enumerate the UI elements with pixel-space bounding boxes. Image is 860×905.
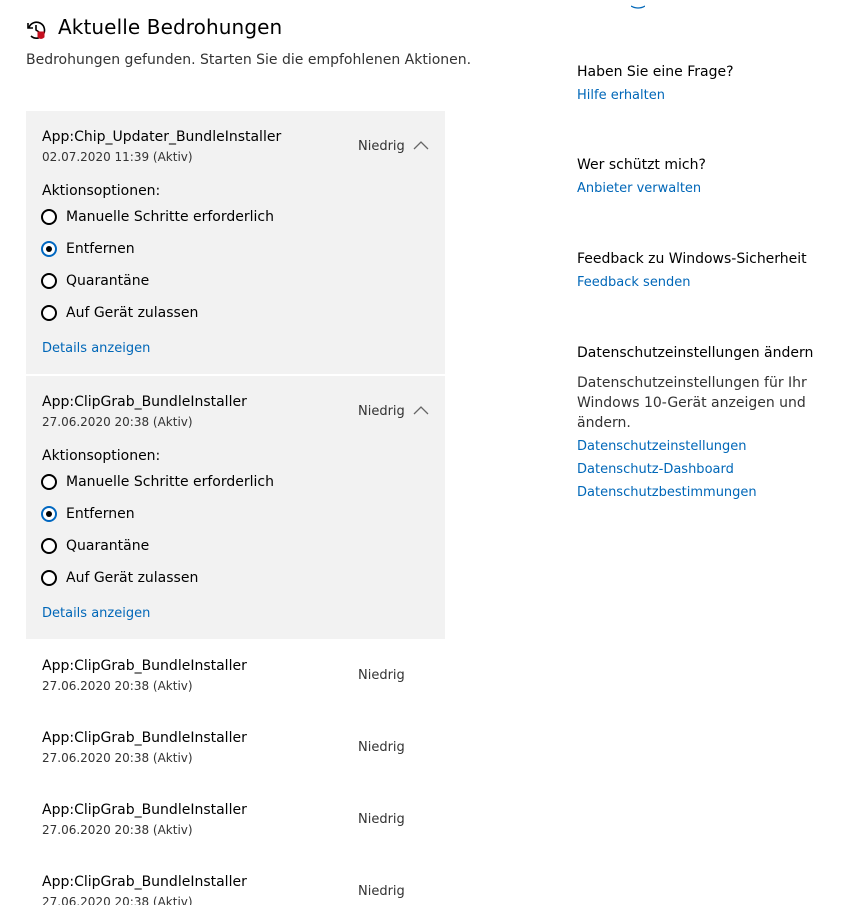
radio-label: Auf Gerät zulassen xyxy=(66,305,199,321)
radio-button[interactable] xyxy=(41,570,57,586)
help-section: Haben Sie eine Frage? Hilfe erhalten xyxy=(577,64,837,103)
protector-heading: Wer schützt mich? xyxy=(577,157,706,173)
threat-item[interactable]: App:ClipGrab_BundleInstaller 27.06.2020 … xyxy=(26,376,445,639)
page-subtitle: Bedrohungen gefunden. Starten Sie die em… xyxy=(26,52,472,68)
get-help-link[interactable]: Hilfe erhalten xyxy=(577,88,837,103)
threat-date: 27.06.2020 20:38 (Aktiv) xyxy=(42,415,193,429)
radio-manual-steps[interactable]: Manuelle Schritte erforderlich xyxy=(41,471,274,493)
threat-date: 27.06.2020 20:38 (Aktiv) xyxy=(42,751,193,765)
send-feedback-link[interactable]: Feedback senden xyxy=(577,275,837,290)
threat-item[interactable]: App:ClipGrab_BundleInstaller 27.06.2020 … xyxy=(26,792,445,864)
threat-date: 27.06.2020 20:38 (Aktiv) xyxy=(42,895,193,905)
severity-label: Niedrig xyxy=(358,740,405,755)
help-heading: Haben Sie eine Frage? xyxy=(577,64,734,80)
feedback-heading: Feedback zu Windows-Sicherheit xyxy=(577,251,807,267)
radio-label: Auf Gerät zulassen xyxy=(66,570,199,586)
radio-label: Manuelle Schritte erforderlich xyxy=(66,209,274,225)
privacy-settings-link[interactable]: Datenschutzeinstellungen xyxy=(577,439,807,454)
threat-item[interactable]: App:ClipGrab_BundleInstaller 27.06.2020 … xyxy=(26,720,445,792)
privacy-description: Datenschutzeinstellungen für Ihr Windows… xyxy=(577,375,807,431)
details-link[interactable]: Details anzeigen xyxy=(42,341,150,356)
privacy-section: Datenschutzeinstellungen ändern Datensch… xyxy=(577,345,813,500)
radio-button-selected[interactable] xyxy=(41,241,57,257)
radio-button[interactable] xyxy=(41,538,57,554)
privacy-dashboard-link[interactable]: Datenschutz-Dashboard xyxy=(577,462,807,477)
radio-label: Quarantäne xyxy=(66,273,150,289)
threat-date: 27.06.2020 20:38 (Aktiv) xyxy=(42,679,193,693)
chevron-up-icon[interactable] xyxy=(413,140,429,150)
radio-label: Entfernen xyxy=(66,506,135,522)
radio-button-selected[interactable] xyxy=(41,506,57,522)
threat-name: App:ClipGrab_BundleInstaller xyxy=(42,658,247,674)
threat-name: App:ClipGrab_BundleInstaller xyxy=(42,874,247,890)
threat-name: App:ClipGrab_BundleInstaller xyxy=(42,730,247,746)
radio-remove[interactable]: Entfernen xyxy=(41,503,135,525)
manage-providers-link[interactable]: Anbieter verwalten xyxy=(577,181,837,196)
radio-button[interactable] xyxy=(41,209,57,225)
radio-allow-on-device[interactable]: Auf Gerät zulassen xyxy=(41,567,198,589)
radio-remove[interactable]: Entfernen xyxy=(41,238,135,260)
privacy-heading: Datenschutzeinstellungen ändern xyxy=(577,345,814,361)
radio-button[interactable] xyxy=(41,305,57,321)
severity-label: Niedrig xyxy=(358,139,405,154)
action-options-label: Aktionsoptionen: xyxy=(42,183,161,199)
history-shield-icon xyxy=(27,21,46,39)
scroll-cutoff-mark xyxy=(631,5,645,9)
page-title: Aktuelle Bedrohungen xyxy=(58,15,283,39)
radio-allow-on-device[interactable]: Auf Gerät zulassen xyxy=(41,302,198,324)
threat-date: 27.06.2020 20:38 (Aktiv) xyxy=(42,823,193,837)
severity-label: Niedrig xyxy=(358,404,405,419)
privacy-statement-link[interactable]: Datenschutzbestimmungen xyxy=(577,485,807,500)
threat-item[interactable]: App:ClipGrab_BundleInstaller 27.06.2020 … xyxy=(26,648,445,720)
action-options-label: Aktionsoptionen: xyxy=(42,448,161,464)
radio-button[interactable] xyxy=(41,273,57,289)
threat-item[interactable]: App:ClipGrab_BundleInstaller 27.06.2020 … xyxy=(26,864,445,905)
threat-date: 02.07.2020 11:39 (Aktiv) xyxy=(42,150,193,164)
radio-quarantine[interactable]: Quarantäne xyxy=(41,270,149,292)
threat-name: App:Chip_Updater_BundleInstaller xyxy=(42,129,282,145)
radio-button[interactable] xyxy=(41,474,57,490)
threat-name: App:ClipGrab_BundleInstaller xyxy=(42,802,247,818)
chevron-up-icon[interactable] xyxy=(413,405,429,415)
threat-item[interactable]: App:Chip_Updater_BundleInstaller 02.07.2… xyxy=(26,111,445,374)
radio-label: Entfernen xyxy=(66,241,135,257)
radio-label: Manuelle Schritte erforderlich xyxy=(66,474,274,490)
radio-quarantine[interactable]: Quarantäne xyxy=(41,535,149,557)
severity-label: Niedrig xyxy=(358,884,405,899)
feedback-section: Feedback zu Windows-Sicherheit Feedback … xyxy=(577,251,837,290)
details-link[interactable]: Details anzeigen xyxy=(42,606,150,621)
threat-name: App:ClipGrab_BundleInstaller xyxy=(42,394,247,410)
severity-label: Niedrig xyxy=(358,812,405,827)
severity-label: Niedrig xyxy=(358,668,405,683)
protector-section: Wer schützt mich? Anbieter verwalten xyxy=(577,157,837,196)
radio-label: Quarantäne xyxy=(66,538,150,554)
radio-manual-steps[interactable]: Manuelle Schritte erforderlich xyxy=(41,206,274,228)
